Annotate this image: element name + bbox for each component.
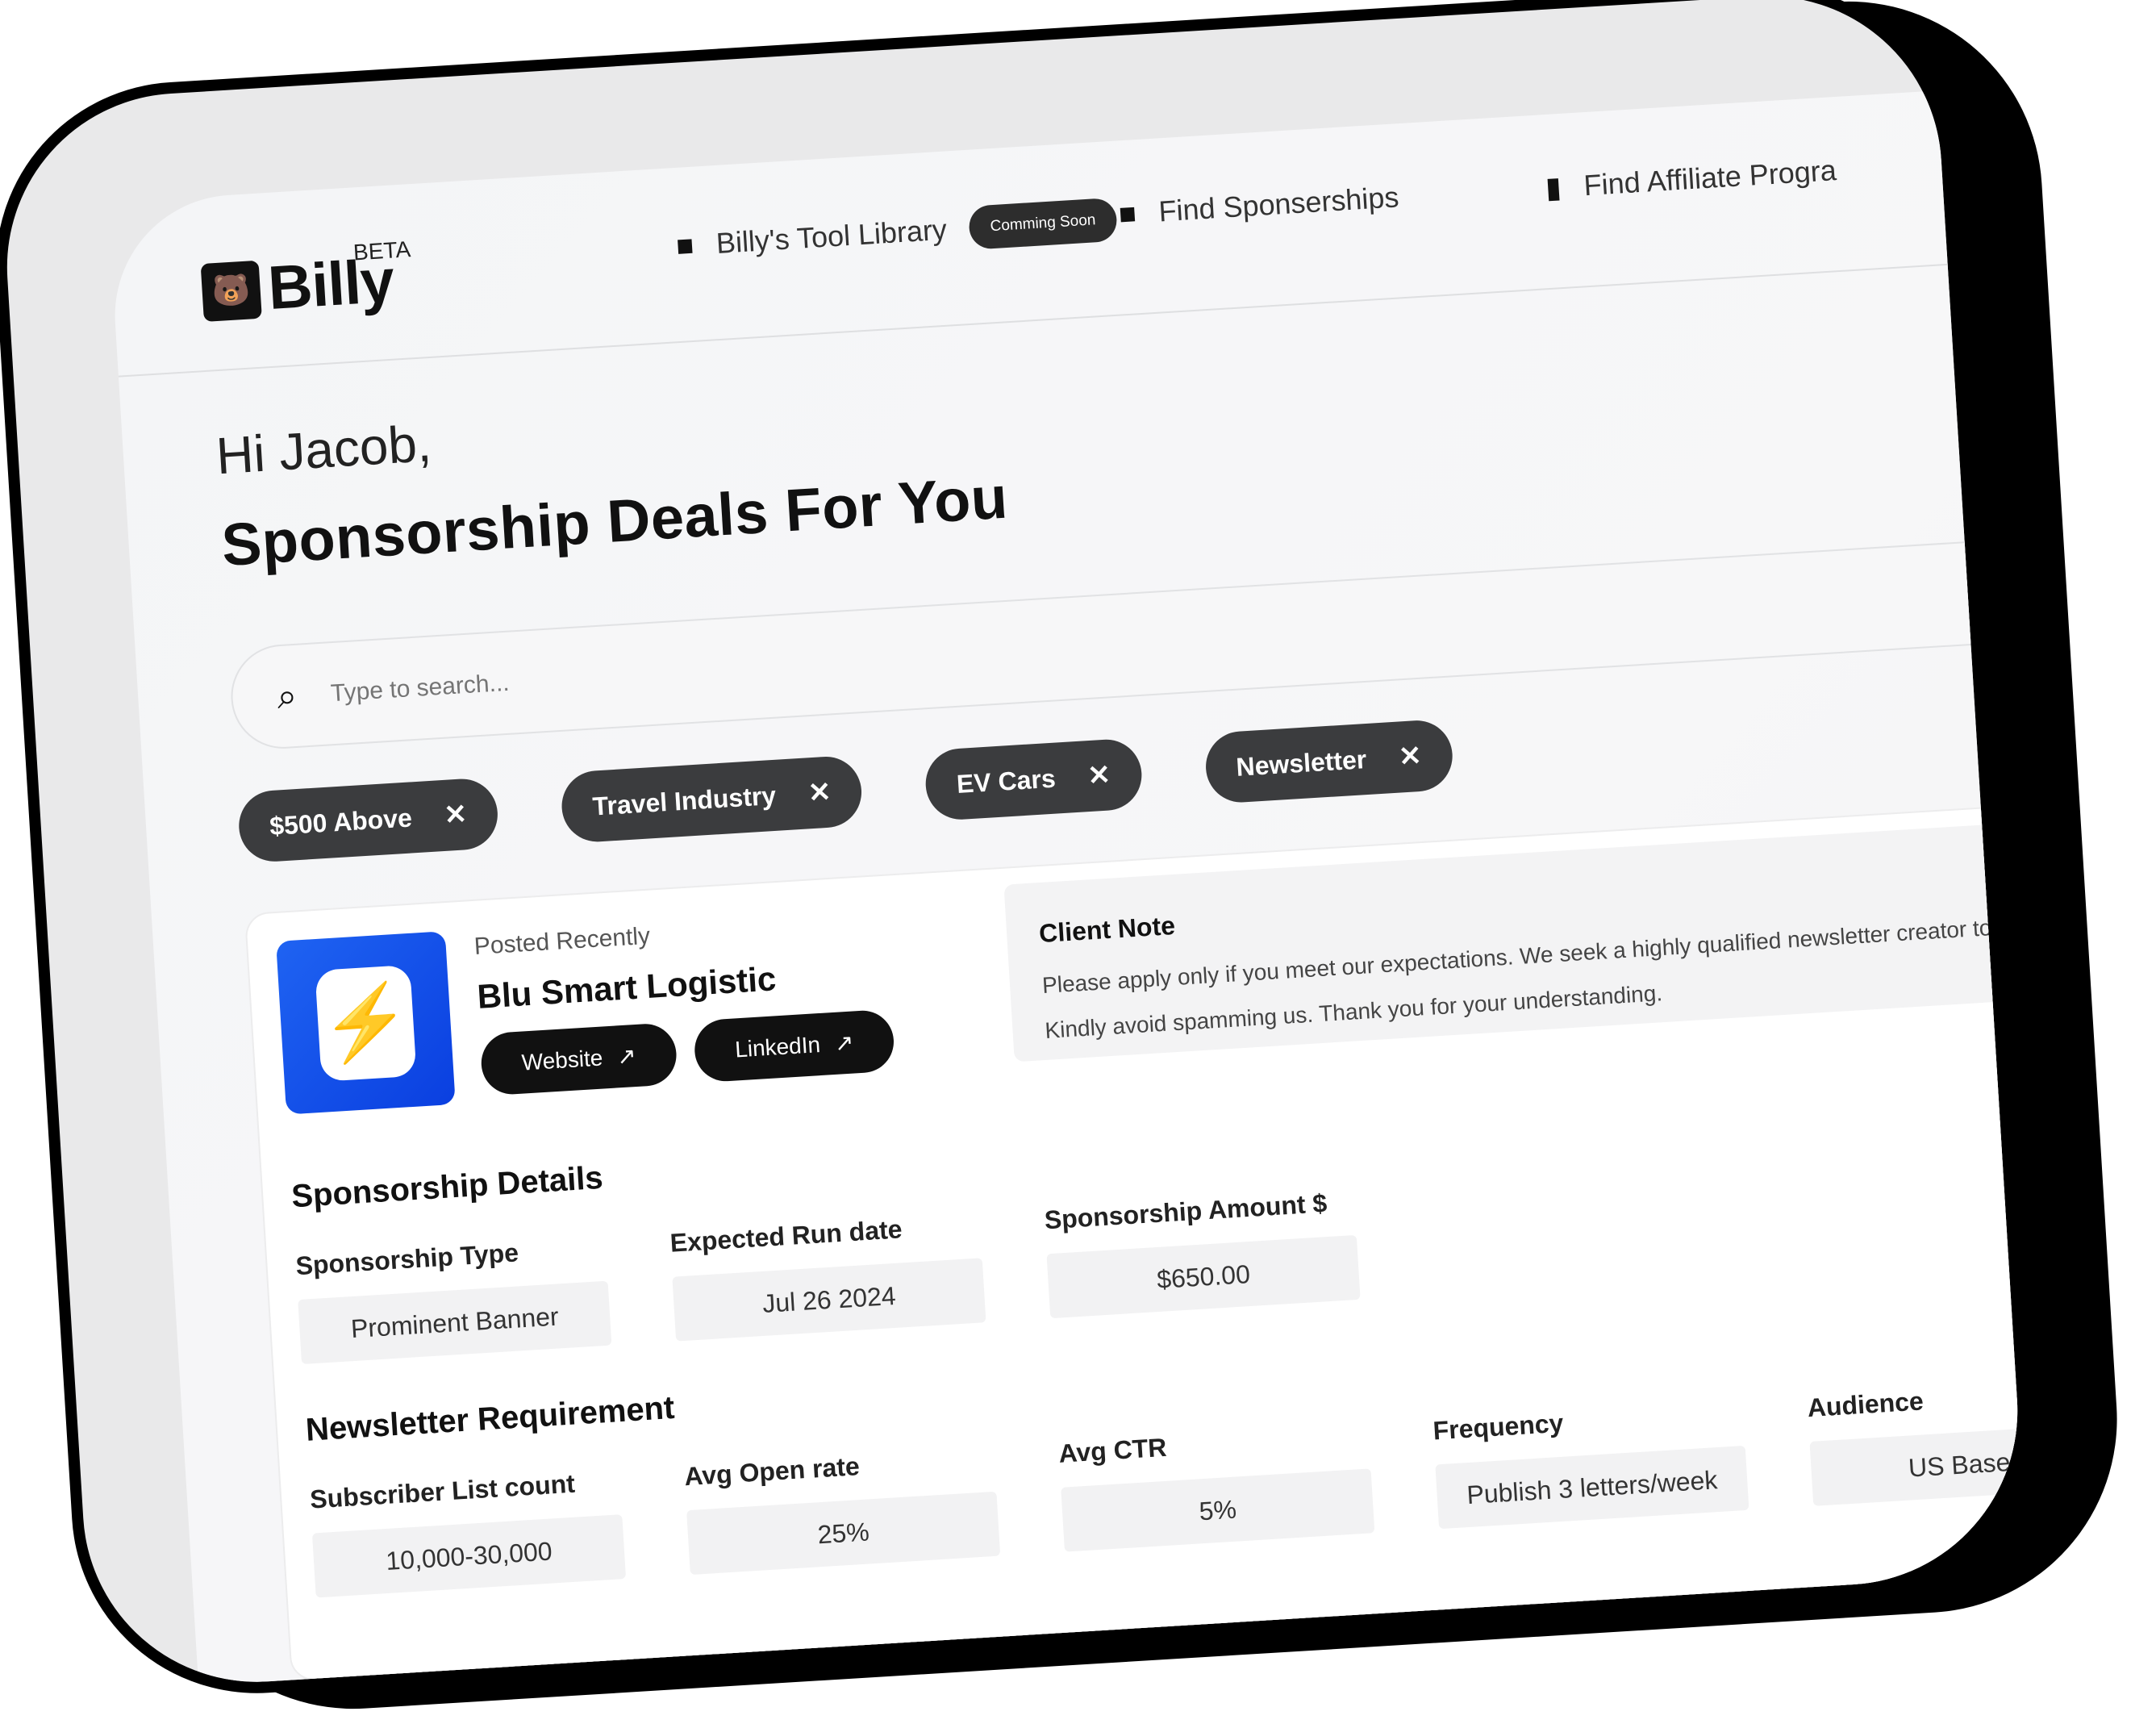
filter-chip-label: Newsletter — [1235, 744, 1368, 782]
sponsorship-type-value: Prominent Banner — [298, 1280, 612, 1364]
app-screen: 🐻 Billy BETA ■ Billy's Tool Library Comm… — [107, 79, 2040, 1705]
app-logo[interactable]: 🐻 Billy BETA — [200, 236, 411, 328]
filter-chip[interactable]: Newsletter ✕ — [1203, 718, 1455, 805]
nav-find-affiliate[interactable]: ▮ Find Affiliate Progra — [1545, 153, 1837, 205]
frequency-label: Frequency — [1432, 1408, 1565, 1446]
nav-find-sponsorships-label: Find Sponserships — [1157, 180, 1400, 228]
frequency-value: Publish 3 letters/week — [1435, 1445, 1749, 1530]
close-icon[interactable]: ✕ — [443, 798, 468, 832]
audience-label: Audience — [1806, 1386, 1925, 1423]
cube-icon: ■ — [675, 228, 695, 263]
filter-chip[interactable]: Travel Industry ✕ — [560, 754, 864, 844]
cube-icon: ■ — [1117, 196, 1137, 231]
filter-chip[interactable]: EV Cars ✕ — [924, 737, 1144, 822]
filter-chip[interactable]: $500 Above ✕ — [236, 776, 500, 864]
subscriber-count-value: 10,000-30,000 — [311, 1514, 627, 1598]
deal-card: ⚡ Posted Recently Blu Smart Logistic Web… — [244, 795, 2040, 1682]
website-button-label: Website — [520, 1045, 604, 1075]
close-icon[interactable]: ✕ — [1086, 758, 1111, 792]
external-link-icon: ↗ — [833, 1029, 855, 1056]
linkedin-button[interactable]: LinkedIn ↗ — [693, 1008, 896, 1083]
close-icon[interactable]: ✕ — [1398, 740, 1423, 774]
avg-ctr-value: 5% — [1061, 1468, 1375, 1552]
subscriber-count-label: Subscriber List count — [309, 1468, 576, 1514]
sponsorship-amount-value: $650.00 — [1046, 1234, 1361, 1319]
sponsorship-amount-label: Sponsorship Amount $ — [1043, 1188, 1328, 1235]
posted-status: Posted Recently — [473, 922, 651, 960]
page-title: Sponsorship Deals For You — [219, 463, 1010, 579]
beta-label: BETA — [352, 236, 411, 265]
filter-chip-label: Travel Industry — [591, 780, 778, 821]
top-navigation: 🐻 Billy BETA ■ Billy's Tool Library Comm… — [107, 79, 2040, 378]
client-note-text: Please apply only if you meet our expect… — [1041, 905, 2040, 1043]
open-rate-label: Avg Open rate — [683, 1451, 861, 1492]
audience-value: US Based — [1809, 1422, 2040, 1506]
coming-soon-badge: Comming Soon — [968, 197, 1118, 250]
client-note: Client Note Please apply only if you mee… — [1003, 812, 2040, 1062]
close-icon[interactable]: ✕ — [807, 776, 832, 810]
newsletter-requirement-title: Newsletter Requirement — [304, 1389, 676, 1448]
run-date-value: Jul 26 2024 — [672, 1258, 986, 1342]
company-name: Blu Smart Logistic — [476, 959, 778, 1016]
search-icon: ⌕ — [276, 675, 298, 716]
search-bar[interactable]: ⌕ — [227, 529, 2040, 752]
lightning-icon: ⚡ — [315, 964, 417, 1082]
search-input[interactable] — [327, 590, 1783, 708]
nav-tool-library[interactable]: ■ Billy's Tool Library Comming Soon — [675, 197, 1118, 268]
bear-logo-icon: 🐻 — [200, 260, 262, 322]
nav-tool-library-label: Billy's Tool Library — [715, 212, 949, 260]
website-button[interactable]: Website ↗ — [479, 1021, 678, 1096]
filter-chip-label: EV Cars — [955, 763, 1057, 799]
nav-find-affiliate-label: Find Affiliate Progra — [1583, 153, 1837, 202]
greeting: Hi Jacob, — [214, 414, 433, 486]
nav-find-sponsorships[interactable]: ■ Find Sponserships — [1118, 180, 1400, 231]
client-note-title: Client Note — [1038, 910, 1176, 949]
linkedin-button-label: LinkedIn — [734, 1031, 821, 1062]
company-logo: ⚡ — [276, 931, 456, 1115]
run-date-label: Expected Run date — [669, 1214, 903, 1258]
open-rate-value: 25% — [686, 1491, 1001, 1576]
sponsorship-details-title: Sponsorship Details — [290, 1159, 604, 1215]
device-frame: 🐻 Billy BETA ■ Billy's Tool Library Comm… — [0, 0, 2040, 1705]
avg-ctr-label: Avg CTR — [1057, 1432, 1168, 1468]
external-link-icon: ↗ — [616, 1043, 637, 1070]
sponsorship-type-label: Sponsorship Type — [294, 1238, 519, 1281]
chart-document-icon: ▮ — [1544, 169, 1562, 205]
filter-chip-label: $500 Above — [269, 802, 413, 841]
